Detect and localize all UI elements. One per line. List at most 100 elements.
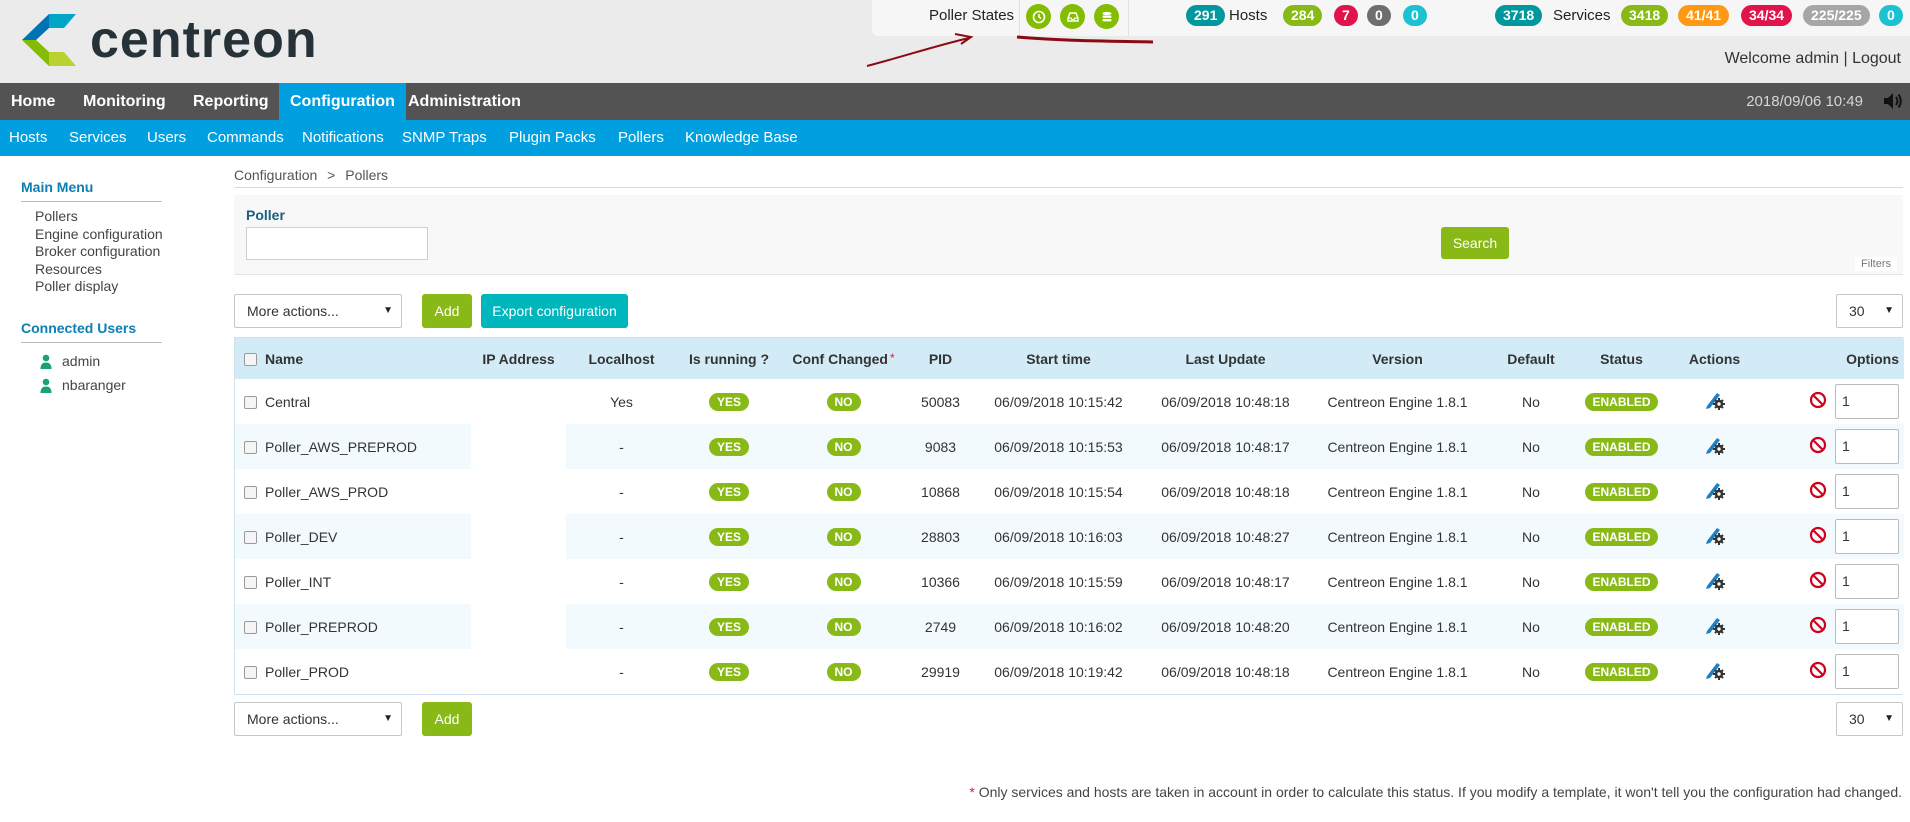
- subnav-commands[interactable]: Commands: [207, 120, 284, 156]
- row-checkbox[interactable]: [243, 666, 257, 680]
- poller-name[interactable]: Central: [265, 379, 471, 424]
- hosts-up-badge[interactable]: 284: [1283, 5, 1323, 26]
- add-button[interactable]: Add: [422, 294, 472, 328]
- poller-name[interactable]: Poller_PREPROD: [265, 604, 471, 649]
- inbox-icon[interactable]: [1060, 4, 1085, 29]
- column-header-version[interactable]: Version: [1309, 338, 1486, 379]
- poller-name[interactable]: Poller_AWS_PROD: [265, 469, 471, 514]
- column-header-start-time[interactable]: Start time: [975, 338, 1142, 379]
- sidebar-item-poller-display[interactable]: Poller display: [35, 278, 118, 294]
- export-configuration-button[interactable]: Export configuration: [481, 294, 628, 328]
- edit-gear-icon[interactable]: [1704, 483, 1726, 504]
- row-checkbox[interactable]: [243, 576, 257, 590]
- nav-monitoring[interactable]: Monitoring: [72, 83, 177, 120]
- disable-icon[interactable]: [1809, 481, 1827, 502]
- subnav-knowledge-base[interactable]: Knowledge Base: [685, 120, 798, 156]
- row-checkbox[interactable]: [243, 396, 257, 410]
- column-header-conf-changed[interactable]: Conf Changed *: [781, 338, 906, 379]
- table-row[interactable]: Poller_PREPROD - YES NO 2749 06/09/2018 …: [235, 604, 1904, 649]
- row-checkbox[interactable]: [243, 441, 257, 455]
- duplicate-count-input[interactable]: 1: [1835, 519, 1899, 554]
- sidebar-item-pollers[interactable]: Pollers: [35, 208, 78, 224]
- table-row[interactable]: Poller_INT - YES NO 10366 06/09/2018 10:…: [235, 559, 1904, 604]
- page-size-select[interactable]: 30 ▼: [1836, 294, 1903, 328]
- disable-icon[interactable]: [1809, 571, 1827, 592]
- page-size-select-bottom[interactable]: 30 ▼: [1836, 702, 1903, 736]
- connected-user[interactable]: nbaranger: [40, 377, 126, 393]
- speaker-icon[interactable]: [1882, 91, 1904, 114]
- duplicate-count-input[interactable]: 1: [1835, 429, 1899, 464]
- disable-icon[interactable]: [1809, 391, 1827, 412]
- breadcrumb-parent[interactable]: Configuration: [234, 167, 317, 183]
- subnav-plugin-packs[interactable]: Plugin Packs: [509, 120, 596, 156]
- sidebar-item-engine-configuration[interactable]: Engine configuration: [35, 226, 163, 242]
- sidebar-item-resources[interactable]: Resources: [35, 261, 102, 277]
- table-row[interactable]: Poller_AWS_PREPROD - YES NO 9083 06/09/2…: [235, 424, 1904, 469]
- services-warning-badge[interactable]: 41/41: [1678, 5, 1730, 26]
- nav-reporting[interactable]: Reporting: [182, 83, 280, 120]
- row-checkbox[interactable]: [243, 621, 257, 635]
- subnav-hosts[interactable]: Hosts: [9, 120, 47, 156]
- row-checkbox[interactable]: [243, 486, 257, 500]
- table-row[interactable]: Poller_PROD - YES NO 29919 06/09/2018 10…: [235, 649, 1904, 694]
- column-header-is-running[interactable]: Is running ?: [677, 338, 781, 379]
- poller-name[interactable]: Poller_INT: [265, 559, 471, 604]
- more-actions-select-bottom[interactable]: More actions... ▼: [234, 702, 402, 736]
- edit-gear-icon[interactable]: [1704, 618, 1726, 639]
- table-row[interactable]: Central Yes YES NO 50083 06/09/2018 10:1…: [235, 379, 1904, 424]
- services-ok-badge[interactable]: 3418: [1621, 5, 1669, 26]
- poller-name[interactable]: Poller_PROD: [265, 649, 471, 694]
- column-header-last-update[interactable]: Last Update: [1142, 338, 1309, 379]
- subnav-notifications[interactable]: Notifications: [302, 120, 384, 156]
- column-header-ip-address[interactable]: IP Address: [471, 338, 566, 379]
- poller-name[interactable]: Poller_DEV: [265, 514, 471, 559]
- table-row[interactable]: Poller_AWS_PROD - YES NO 10868 06/09/201…: [235, 469, 1904, 514]
- clock-icon[interactable]: [1026, 4, 1051, 29]
- subnav-services[interactable]: Services: [69, 120, 127, 156]
- column-header-default[interactable]: Default: [1486, 338, 1576, 379]
- hosts-total-badge[interactable]: 291: [1186, 5, 1226, 26]
- column-header-name[interactable]: Name: [265, 338, 471, 379]
- more-actions-select[interactable]: More actions... ▼: [234, 294, 402, 328]
- edit-gear-icon[interactable]: [1704, 528, 1726, 549]
- column-header-status[interactable]: Status: [1576, 338, 1667, 379]
- database-icon[interactable]: [1094, 4, 1119, 29]
- disable-icon[interactable]: [1809, 661, 1827, 682]
- breadcrumb-current[interactable]: Pollers: [345, 167, 388, 183]
- duplicate-count-input[interactable]: 1: [1835, 564, 1899, 599]
- duplicate-count-input[interactable]: 1: [1835, 384, 1899, 419]
- filters-tag[interactable]: Filters: [1855, 257, 1897, 271]
- hosts-pending-badge[interactable]: 0: [1403, 5, 1427, 26]
- duplicate-count-input[interactable]: 1: [1835, 474, 1899, 509]
- row-checkbox[interactable]: [243, 531, 257, 545]
- nav-home[interactable]: Home: [0, 83, 66, 120]
- nav-configuration[interactable]: Configuration: [279, 83, 406, 120]
- search-button[interactable]: Search: [1441, 227, 1509, 259]
- services-pending-badge[interactable]: 0: [1879, 5, 1903, 26]
- services-total-badge[interactable]: 3718: [1495, 5, 1543, 26]
- disable-icon[interactable]: [1809, 436, 1827, 457]
- subnav-pollers[interactable]: Pollers: [618, 120, 664, 156]
- edit-gear-icon[interactable]: [1704, 663, 1726, 684]
- column-header-pid[interactable]: PID: [906, 338, 975, 379]
- duplicate-count-input[interactable]: 1: [1835, 654, 1899, 689]
- subnav-users[interactable]: Users: [147, 120, 186, 156]
- centreon-logo[interactable]: centreon: [20, 12, 318, 68]
- subnav-snmp-traps[interactable]: SNMP Traps: [402, 120, 487, 156]
- add-button-bottom[interactable]: Add: [422, 702, 472, 736]
- sidebar-item-broker-configuration[interactable]: Broker configuration: [35, 243, 160, 259]
- nav-administration[interactable]: Administration: [397, 83, 532, 120]
- disable-icon[interactable]: [1809, 526, 1827, 547]
- connected-user[interactable]: admin: [40, 353, 100, 369]
- logout-link[interactable]: Logout: [1852, 50, 1901, 67]
- poller-name[interactable]: Poller_AWS_PREPROD: [265, 424, 471, 469]
- edit-gear-icon[interactable]: [1704, 573, 1726, 594]
- services-unknown-badge[interactable]: 225/225: [1803, 5, 1870, 26]
- table-row[interactable]: Poller_DEV - YES NO 28803 06/09/2018 10:…: [235, 514, 1904, 559]
- poller-filter-input[interactable]: [246, 227, 428, 260]
- select-all-checkbox[interactable]: [243, 353, 257, 367]
- duplicate-count-input[interactable]: 1: [1835, 609, 1899, 644]
- edit-gear-icon[interactable]: [1704, 438, 1726, 459]
- services-critical-badge[interactable]: 34/34: [1741, 5, 1793, 26]
- disable-icon[interactable]: [1809, 616, 1827, 637]
